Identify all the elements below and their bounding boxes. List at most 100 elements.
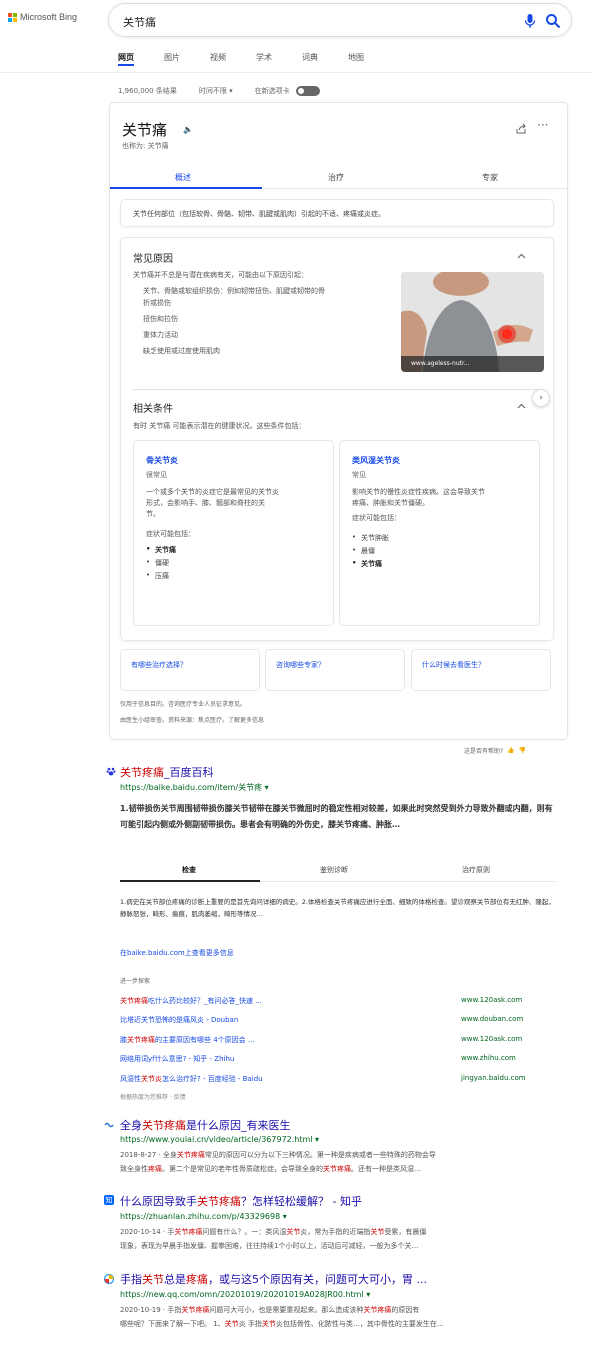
tab-maps[interactable]: 地图 — [348, 52, 364, 66]
explore-domain: www.douban.com — [461, 1015, 524, 1023]
carousel-next-button[interactable]: › — [532, 389, 550, 407]
chevron-up-icon[interactable] — [517, 402, 526, 411]
search-box[interactable]: 关节痛 — [108, 3, 572, 37]
text-segment: ？怎样轻松缓解？ - 知乎 — [241, 1195, 362, 1208]
explore-link[interactable]: 风湿性关节炎怎么治疗好? - 百度经验 - Baidu — [120, 1074, 263, 1084]
explore-item[interactable]: 比塔近关节恐怖的是痛风炎 - Douban www.douban.com — [120, 1015, 544, 1027]
result-title[interactable]: 手指关节总是疼痛，或与这5个原因有关，问题可大可小，胃 ... — [120, 1271, 427, 1287]
disclaimer-2[interactable]: 由医生小组审查。资料来源：焦点医疗。了解更多信息 — [120, 715, 264, 724]
cause-item: 缺乏使用或过度使用肌肉 — [143, 347, 220, 355]
kp-tab-underline — [110, 187, 262, 189]
result-title[interactable]: 全身关节疼痛是什么原因_有来医生 — [120, 1117, 291, 1133]
cause-item: 扭伤和拉伤 — [143, 315, 178, 323]
kp-tab-overview[interactable]: 概述 — [175, 172, 191, 183]
symptoms-list: 关节痛 僵硬 压痛 — [146, 545, 176, 584]
highlighted-term: 关节疼痛 — [323, 1165, 351, 1173]
faq-experts[interactable]: 咨询哪些专家？ — [265, 649, 405, 691]
text-segment: 炎 手指 — [238, 1320, 262, 1328]
explore-item[interactable]: 风湿性关节炎怎么治疗好? - 百度经验 - Baidu jingyan.baidu… — [120, 1074, 544, 1086]
condition-title[interactable]: 类风湿关节炎 — [352, 455, 400, 466]
text-segment: 吃什么药比较好？_有问必答_快速 ... — [148, 997, 262, 1005]
symptom-item: 晨僵 — [352, 546, 389, 559]
symptom-item: 僵硬 — [146, 558, 176, 571]
chevron-up-icon[interactable] — [517, 252, 526, 261]
text-segment: 问题有什么？。一：类风湿 — [202, 1228, 287, 1236]
highlighted-term: 关节疼痛 — [142, 1119, 186, 1132]
tab-diagnosis[interactable]: 鉴别诊断 — [320, 865, 348, 875]
time-filter[interactable]: 时间不限 ▾ — [199, 86, 233, 96]
text-segment: 哪些呢？下面来了解一下吧。 1、 — [120, 1320, 225, 1328]
explore-link[interactable]: 比塔近关节恐怖的是痛风炎 - Douban — [120, 1015, 238, 1025]
tab-treatment-principles[interactable]: 治疗原则 — [462, 865, 490, 875]
condition-desc: 一个或多个关节的炎症它是最常见的关节炎 — [146, 488, 279, 496]
cause-item: 折或损伤 — [143, 299, 171, 307]
explore-item[interactable]: 网络用词yf什么意思? - 知乎 - Zhihu www.zhihu.com — [120, 1054, 544, 1066]
highlighted-term: 关节 — [142, 1273, 164, 1286]
text-segment: 炎包括骨性、化脓性与类…，其中骨性的主要发生在… — [275, 1320, 444, 1328]
tab-academic[interactable]: 学术 — [256, 52, 272, 66]
share-icon[interactable] — [515, 123, 527, 135]
cause-image[interactable]: www.ageless-nutr... — [401, 272, 544, 372]
result-url[interactable]: https://zhuanlan.zhihu.com/p/43329698 ▾ — [120, 1212, 287, 1221]
causes-section: 常见原因 关节痛并不总是与潜在疾病有关，可能由以下原因引起： 关节、骨骼或软组织… — [120, 237, 554, 641]
cause-item: 重体力活动 — [143, 331, 178, 339]
definition-box: 关节任何部位（包括软骨、骨骼、韧带、肌腱或肌肉）引起的不适、疼痛或炎症。 — [120, 199, 554, 227]
symptoms-list: 关节肿胀 晨僵 关节痛 — [352, 533, 389, 572]
symptom-item: 压痛 — [146, 571, 176, 584]
bing-logo[interactable]: Microsoft Bing — [8, 12, 77, 22]
explore-domain: jingyan.baidu.com — [461, 1074, 526, 1082]
thumbs-up-icon[interactable]: 👍 — [507, 747, 514, 754]
feedback-row: 这是否有帮助? 👍 👎 — [464, 746, 526, 755]
result-url[interactable]: https://www.youlai.cn/video/article/3679… — [120, 1135, 319, 1144]
highlighted-term: 关节 — [261, 1320, 276, 1328]
explore-link[interactable]: 膝关节疼痛的主要原因有哪些 4个原因会 ... — [120, 1035, 255, 1045]
text-segment: 致全身性 — [120, 1165, 148, 1173]
result-title[interactable]: 什么原因导致手关节疼痛？怎样轻松缓解？ - 知乎 — [120, 1193, 362, 1209]
condition-title[interactable]: 骨关节炎 — [146, 455, 178, 466]
explore-link[interactable]: 关节疼痛吃什么药比较好？_有问必答_快速 ... — [120, 996, 262, 1006]
tab-web[interactable]: 网页 — [118, 52, 134, 66]
result-snippet: 2018-8-27 · 全身关节疼痛 常见的原因可以分为以下三种情况。第一种是疾病… — [120, 1148, 570, 1176]
kp-tab-experts[interactable]: 专家 — [482, 172, 498, 183]
more-options-icon[interactable]: ··· — [537, 118, 548, 132]
definition-text: 关节任何部位（包括软骨、骨骼、韧带、肌腱或肌肉）引起的不适、疼痛或炎症。 — [133, 210, 385, 218]
text-segment: 2018-8-27 · 全身 — [120, 1151, 177, 1159]
tab-images[interactable]: 图片 — [164, 52, 180, 66]
highlighted-term: 疼痛 — [186, 1273, 208, 1286]
text-segment: 常见的原因可以分为以下三种情况。第一种是疾病或者一些特殊的药物会导 — [204, 1151, 436, 1159]
kp-title: 关节痛 — [122, 121, 168, 139]
tab-videos[interactable]: 视频 — [210, 52, 226, 66]
search-input[interactable]: 关节痛 — [123, 14, 156, 30]
faq-treatment[interactable]: 有哪些治疗选择？ — [120, 649, 260, 691]
result-title[interactable]: 关节疼痛_百度百科 — [120, 764, 214, 780]
highlighted-term: 疼痛 — [148, 1165, 162, 1173]
explore-link[interactable]: 网络用词yf什么意思? - 知乎 - Zhihu — [120, 1054, 234, 1064]
condition-card-osteoarthritis[interactable]: 骨关节炎 很常见 一个或多个关节的炎症它是最常见的关节炎 形式，会影响手、膝、髋… — [133, 440, 334, 626]
condition-frequency: 常见 — [352, 471, 366, 479]
open-in-new-tab-toggle[interactable] — [295, 86, 320, 96]
microphone-icon[interactable] — [523, 13, 537, 29]
time-filter-label: 时间不限 — [198, 87, 227, 95]
result-url[interactable]: https://new.qq.com/omn/20201019/20201019… — [120, 1290, 370, 1299]
result-url[interactable]: https://baike.baidu.com/item/关节疼 ▾ — [120, 782, 269, 793]
related-intro: 有时 关节痛 可能表示潜在的健康状况。这些条件包括： — [133, 422, 306, 430]
helpful-label: 这是否有帮助? — [464, 748, 504, 755]
kp-tab-treatment[interactable]: 治疗 — [328, 172, 344, 183]
tab-dictionary[interactable]: 词典 — [302, 52, 318, 66]
snippet-line: 2020-10-19 · 手指关节疼痛问题可大可小，也是需要重视起来。那么造成该… — [120, 1303, 570, 1317]
explore-item[interactable]: 膝关节疼痛的主要原因有哪些 4个原因会 ... www.120ask.com — [120, 1035, 544, 1047]
header: Microsoft Bing 关节痛 — [0, 0, 593, 44]
image-caption: www.ageless-nutr... — [401, 356, 544, 372]
explore-item[interactable]: 关节疼痛吃什么药比较好？_有问必答_快速 ... www.120ask.com — [120, 996, 544, 1008]
thumbs-down-icon[interactable]: 👎 — [519, 747, 526, 754]
see-more-link[interactable]: 在baike.baidu.com上查看更多信息 — [120, 948, 234, 958]
explore-domain: www.zhihu.com — [461, 1054, 516, 1062]
faq-see-doctor[interactable]: 什么时候去看医生？ — [411, 649, 551, 691]
result-snippet: 2020-10-14 · 手关节疼痛问题有什么？。一：类风湿关节炎，常为手指的近… — [120, 1225, 570, 1253]
tab-exam[interactable]: 检查 — [182, 865, 196, 875]
text-segment: 2020-10-19 · 手指 — [120, 1306, 182, 1314]
search-icon[interactable] — [545, 13, 561, 29]
condition-card-rheumatoid-arthritis[interactable]: 类风湿关节炎 常见 影响关节的慢性炎症性疾病。这会导致关节 疼痛、肿胀和关节僵硬… — [339, 440, 540, 626]
speaker-icon[interactable]: 🔈 — [183, 125, 193, 134]
text-segment: 2020-10-14 · 手 — [120, 1228, 175, 1236]
